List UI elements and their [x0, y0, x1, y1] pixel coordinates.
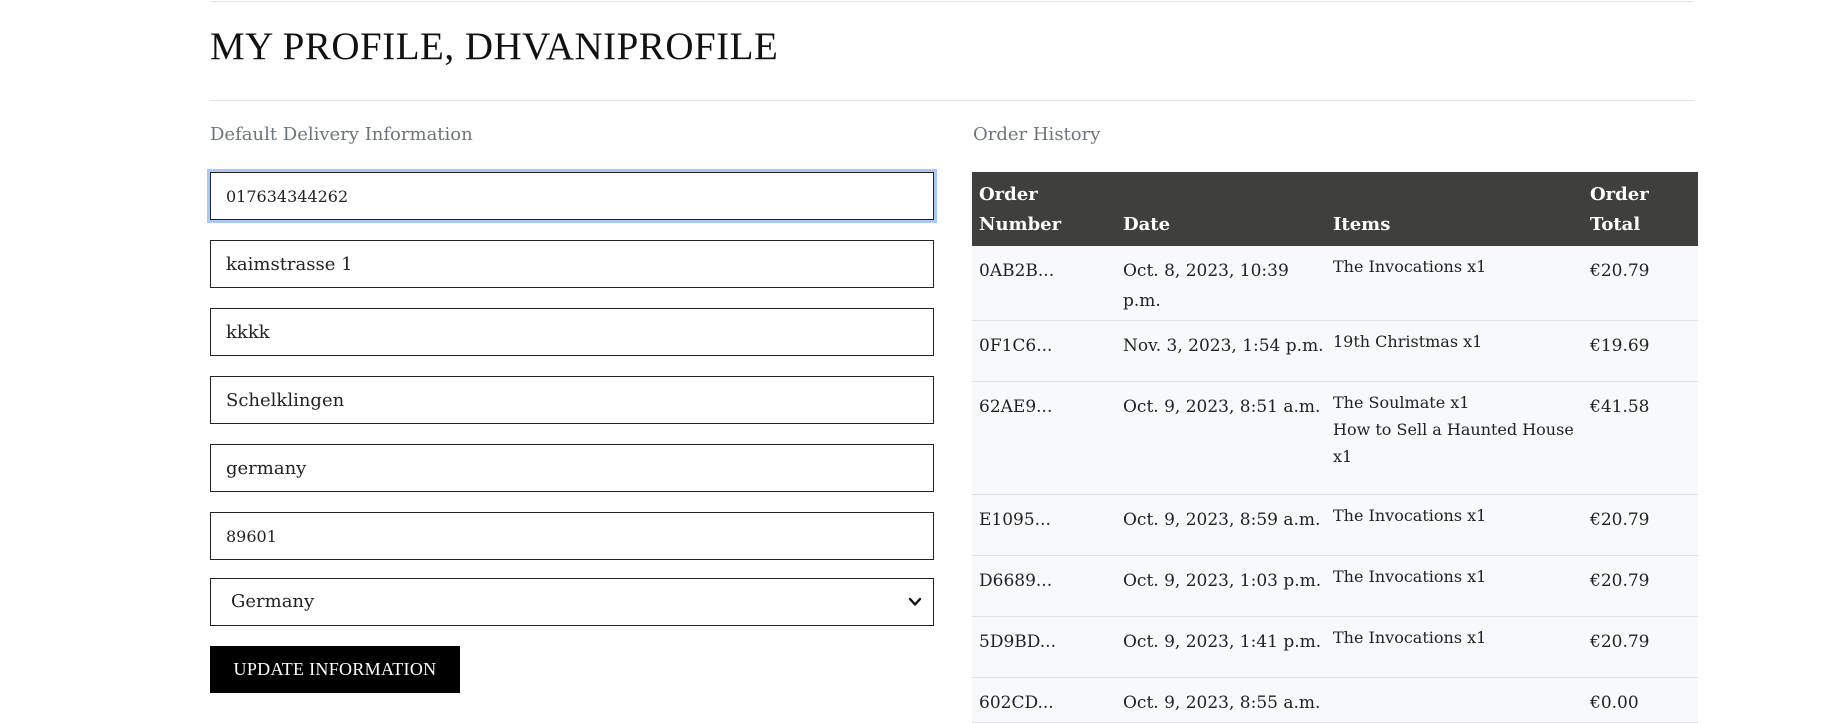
county-field[interactable] — [210, 444, 934, 492]
street-address1-field[interactable] — [210, 240, 934, 288]
order-history-table: Order Number Date Items Order Total 0AB2B.… — [972, 172, 1698, 723]
order-items: 19th Christmas x1 — [1333, 328, 1583, 355]
order-items: The Invocations x1 — [1333, 502, 1583, 529]
table-row: 5D9BD... Oct. 9, 2023, 1:41 p.m. The Invoc… — [972, 617, 1698, 678]
order-total: €20.79 — [1590, 571, 1650, 591]
order-total: €20.79 — [1590, 510, 1650, 530]
table-row: 0AB2B... Oct. 8, 2023, 10:39 p.m. The Invo… — [972, 246, 1698, 321]
order-items: The Soulmate x1 How to Sell a Haunted Hou… — [1333, 389, 1583, 470]
order-total: €20.79 — [1590, 261, 1650, 281]
order-total: €19.69 — [1590, 336, 1650, 356]
order-date: Nov. 3, 2023, 1:54 p.m. — [1123, 336, 1324, 356]
order-number-link[interactable]: 602CD... — [979, 688, 1054, 718]
order-date: Oct. 9, 2023, 8:55 a.m. — [1123, 693, 1321, 713]
postcode-field[interactable] — [210, 512, 934, 560]
order-items: The Invocations x1 — [1333, 253, 1583, 280]
order-number-link[interactable]: 5D9BD... — [979, 627, 1056, 657]
table-row: D6689... Oct. 9, 2023, 1:03 p.m. The Invoc… — [972, 556, 1698, 617]
table-row: 62AE9... Oct. 9, 2023, 8:51 a.m. The Soulm… — [972, 382, 1698, 495]
column-header-items: Items — [1333, 214, 1391, 235]
order-number-link[interactable]: 62AE9... — [979, 392, 1052, 422]
country-select[interactable]: Germany — [210, 578, 934, 626]
order-history-heading: Order History — [973, 124, 1101, 145]
update-information-button[interactable]: UPDATE INFORMATION — [210, 646, 460, 693]
order-table-body: 0AB2B... Oct. 8, 2023, 10:39 p.m. The Invo… — [972, 246, 1698, 723]
order-number-link[interactable]: E1095... — [979, 505, 1051, 535]
top-divider — [210, 1, 1694, 2]
order-number-link[interactable]: 0AB2B... — [979, 256, 1054, 286]
table-row: E1095... Oct. 9, 2023, 8:59 a.m. The Invoc… — [972, 495, 1698, 556]
order-number-link[interactable]: D6689... — [979, 566, 1052, 596]
order-item: The Invocations x1 — [1333, 628, 1487, 647]
order-item: How to Sell a Haunted House x1 — [1333, 420, 1574, 466]
town-or-city-field[interactable] — [210, 376, 934, 424]
order-number-link[interactable]: 0F1C6... — [979, 331, 1052, 361]
order-total: €41.58 — [1590, 397, 1650, 417]
table-row: 602CD... Oct. 9, 2023, 8:55 a.m. €0.00 — [972, 678, 1698, 723]
order-item: The Invocations x1 — [1333, 506, 1487, 525]
order-item: The Invocations x1 — [1333, 567, 1487, 586]
chevron-down-icon — [908, 597, 922, 606]
order-total: €0.00 — [1590, 693, 1639, 713]
order-table-header: Order Number Date Items Order Total — [972, 172, 1698, 246]
order-item: The Invocations x1 — [1333, 257, 1487, 276]
column-header-order-number: Order Number — [979, 184, 1062, 235]
table-row: 0F1C6... Nov. 3, 2023, 1:54 p.m. 19th Chri… — [972, 321, 1698, 382]
order-date: Oct. 9, 2023, 1:03 p.m. — [1123, 571, 1322, 591]
column-header-order-total: Order Total — [1590, 184, 1649, 235]
order-date: Oct. 9, 2023, 1:41 p.m. — [1123, 632, 1322, 652]
order-date: Oct. 8, 2023, 10:39 p.m. — [1123, 261, 1289, 311]
page-title: MY PROFILE, DHVANIPROFILE — [210, 25, 779, 68]
delivery-heading: Default Delivery Information — [210, 124, 473, 145]
title-divider — [210, 100, 1694, 101]
order-items: The Invocations x1 — [1333, 563, 1583, 590]
column-header-date: Date — [1123, 214, 1171, 235]
order-date: Oct. 9, 2023, 8:51 a.m. — [1123, 397, 1321, 417]
street-address2-field[interactable] — [210, 308, 934, 356]
order-item: The Soulmate x1 — [1333, 393, 1470, 412]
order-total: €20.79 — [1590, 632, 1650, 652]
order-date: Oct. 9, 2023, 8:59 a.m. — [1123, 510, 1321, 530]
order-items: The Invocations x1 — [1333, 624, 1583, 651]
order-item: 19th Christmas x1 — [1333, 332, 1483, 351]
phone-number-field[interactable] — [210, 172, 934, 220]
country-select-value: Germany — [231, 591, 315, 612]
